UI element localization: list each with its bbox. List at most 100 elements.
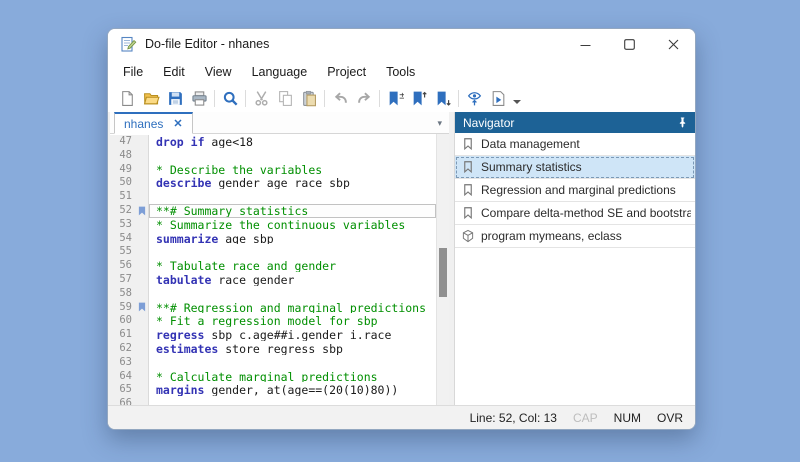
undo-button[interactable] bbox=[328, 87, 352, 110]
new-do-file-button[interactable] bbox=[115, 87, 139, 110]
save-button[interactable] bbox=[163, 87, 187, 110]
line-text: * Summarize the continuous variables bbox=[149, 218, 436, 232]
toolbar-separator bbox=[214, 90, 215, 107]
toolbar-separator bbox=[379, 90, 380, 107]
bookmark-gutter[interactable] bbox=[135, 328, 149, 342]
pin-icon[interactable] bbox=[676, 116, 689, 129]
bookmark-gutter[interactable] bbox=[135, 342, 149, 356]
tab-close-icon[interactable]: ✕ bbox=[173, 117, 182, 130]
editor-vertical-scrollbar[interactable] bbox=[436, 134, 449, 405]
bookmark-gutter[interactable] bbox=[135, 259, 149, 273]
line-number: 60 bbox=[110, 314, 135, 328]
code-line-48[interactable]: 48 bbox=[110, 149, 436, 163]
bookmark-icon[interactable] bbox=[135, 301, 149, 315]
code-line-62[interactable]: 62estimates store regress_sbp bbox=[110, 342, 436, 356]
code-line-50[interactable]: 50describe gender age race sbp bbox=[110, 176, 436, 190]
bookmark-gutter[interactable] bbox=[135, 383, 149, 397]
menu-language[interactable]: Language bbox=[242, 62, 318, 82]
open-button[interactable] bbox=[139, 87, 163, 110]
line-number: 58 bbox=[110, 287, 135, 301]
code-line-53[interactable]: 53* Summarize the continuous variables bbox=[110, 218, 436, 232]
tab-nhanes[interactable]: nhanes ✕ bbox=[114, 112, 193, 134]
bookmark-icon[interactable] bbox=[135, 204, 149, 218]
navigator-item-compare-delta-method-se-and-bootstrap-se[interactable]: Compare delta-method SE and bootstrap SE… bbox=[455, 202, 695, 225]
print-button[interactable] bbox=[187, 87, 211, 110]
line-number: 52 bbox=[110, 204, 135, 218]
cut-button[interactable] bbox=[249, 87, 273, 110]
code-line-63[interactable]: 63 bbox=[110, 356, 436, 370]
menu-view[interactable]: View bbox=[195, 62, 242, 82]
bookmark-gutter[interactable] bbox=[135, 245, 149, 259]
svg-text:±: ± bbox=[398, 92, 403, 102]
code-line-61[interactable]: 61regress sbp c.age##i.gender i.race bbox=[110, 328, 436, 342]
line-text bbox=[149, 397, 436, 405]
bookmark-gutter[interactable] bbox=[135, 176, 149, 190]
code-line-55[interactable]: 55 bbox=[110, 245, 436, 259]
previous-bookmark-button[interactable] bbox=[407, 87, 431, 110]
close-button[interactable] bbox=[651, 29, 695, 59]
menu-file[interactable]: File bbox=[113, 62, 153, 82]
code-line-52[interactable]: 52**# Summary statistics bbox=[110, 204, 436, 218]
find-button[interactable] bbox=[218, 87, 242, 110]
maximize-button[interactable] bbox=[607, 29, 651, 59]
editor-column: nhanes ✕ ▾ 47drop if age<184849* Describ… bbox=[110, 112, 449, 405]
paste-button[interactable] bbox=[297, 87, 321, 110]
bookmark-gutter[interactable] bbox=[135, 218, 149, 232]
code-line-54[interactable]: 54summarize age sbp bbox=[110, 232, 436, 246]
bookmark-gutter[interactable] bbox=[135, 163, 149, 177]
code-line-65[interactable]: 65margins gender, at(age==(20(10)80)) bbox=[110, 383, 436, 397]
status-indicator-num: NUM bbox=[614, 411, 641, 425]
code-line-60[interactable]: 60* Fit a regression model for sbp bbox=[110, 314, 436, 328]
code-line-49[interactable]: 49* Describe the variables bbox=[110, 163, 436, 177]
code-line-64[interactable]: 64* Calculate marginal predictions bbox=[110, 370, 436, 384]
line-number: 63 bbox=[110, 356, 135, 370]
navigator-panel: Navigator Data managementSummary statist… bbox=[454, 112, 695, 405]
code-line-51[interactable]: 51 bbox=[110, 190, 436, 204]
bookmark-gutter[interactable] bbox=[135, 370, 149, 384]
preview-button[interactable] bbox=[462, 87, 486, 110]
next-bookmark-button[interactable] bbox=[431, 87, 455, 110]
navigator-item-label: Compare delta-method SE and bootstrap SE… bbox=[481, 206, 691, 220]
menu-tools[interactable]: Tools bbox=[376, 62, 425, 82]
navigator-item-program-mymeans-eclass[interactable]: program mymeans, eclass bbox=[455, 225, 695, 248]
toggle-bookmark-button[interactable]: ± bbox=[383, 87, 407, 110]
line-text: **# Regression and marginal predictions bbox=[149, 301, 436, 315]
title-bar: Do-file Editor - nhanes bbox=[108, 29, 695, 59]
line-number: 66 bbox=[110, 397, 135, 405]
bookmark-gutter[interactable] bbox=[135, 314, 149, 328]
code-line-59[interactable]: 59**# Regression and marginal prediction… bbox=[110, 301, 436, 315]
bookmark-gutter[interactable] bbox=[135, 287, 149, 301]
minimize-button[interactable] bbox=[563, 29, 607, 59]
navigator-item-regression-and-marginal-predictions[interactable]: Regression and marginal predictions bbox=[455, 179, 695, 202]
line-text: margins gender, at(age==(20(10)80)) bbox=[149, 383, 436, 397]
code-editor[interactable]: 47drop if age<184849* Describe the varia… bbox=[110, 134, 449, 405]
line-number: 50 bbox=[110, 176, 135, 190]
navigator-item-summary-statistics[interactable]: Summary statistics bbox=[455, 156, 695, 179]
execute-do-button[interactable] bbox=[486, 87, 510, 110]
scrollbar-thumb[interactable] bbox=[439, 248, 447, 297]
bookmark-gutter[interactable] bbox=[135, 232, 149, 246]
code-line-66[interactable]: 66 bbox=[110, 397, 436, 405]
menu-project[interactable]: Project bbox=[317, 62, 376, 82]
line-text bbox=[149, 190, 436, 204]
menu-edit[interactable]: Edit bbox=[153, 62, 195, 82]
tab-overflow-caret-icon[interactable]: ▾ bbox=[437, 118, 449, 133]
bookmark-gutter[interactable] bbox=[135, 135, 149, 149]
navigator-item-data-management[interactable]: Data management bbox=[455, 133, 695, 156]
bookmark-gutter[interactable] bbox=[135, 397, 149, 405]
bookmark-gutter[interactable] bbox=[135, 190, 149, 204]
line-number: 57 bbox=[110, 273, 135, 287]
code-line-58[interactable]: 58 bbox=[110, 287, 436, 301]
redo-button[interactable] bbox=[352, 87, 376, 110]
copy-button[interactable] bbox=[273, 87, 297, 110]
execute-options-caret-icon[interactable] bbox=[510, 87, 524, 110]
navigator-list: Data managementSummary statisticsRegress… bbox=[455, 133, 695, 248]
navigator-title: Navigator bbox=[463, 116, 514, 130]
code-line-57[interactable]: 57tabulate race gender bbox=[110, 273, 436, 287]
code-line-47[interactable]: 47drop if age<18 bbox=[110, 135, 436, 149]
bookmark-gutter[interactable] bbox=[135, 149, 149, 163]
bookmark-gutter[interactable] bbox=[135, 356, 149, 370]
code-line-56[interactable]: 56* Tabulate race and gender bbox=[110, 259, 436, 273]
bookmark-gutter[interactable] bbox=[135, 273, 149, 287]
status-indicator-cap: CAP bbox=[573, 411, 598, 425]
